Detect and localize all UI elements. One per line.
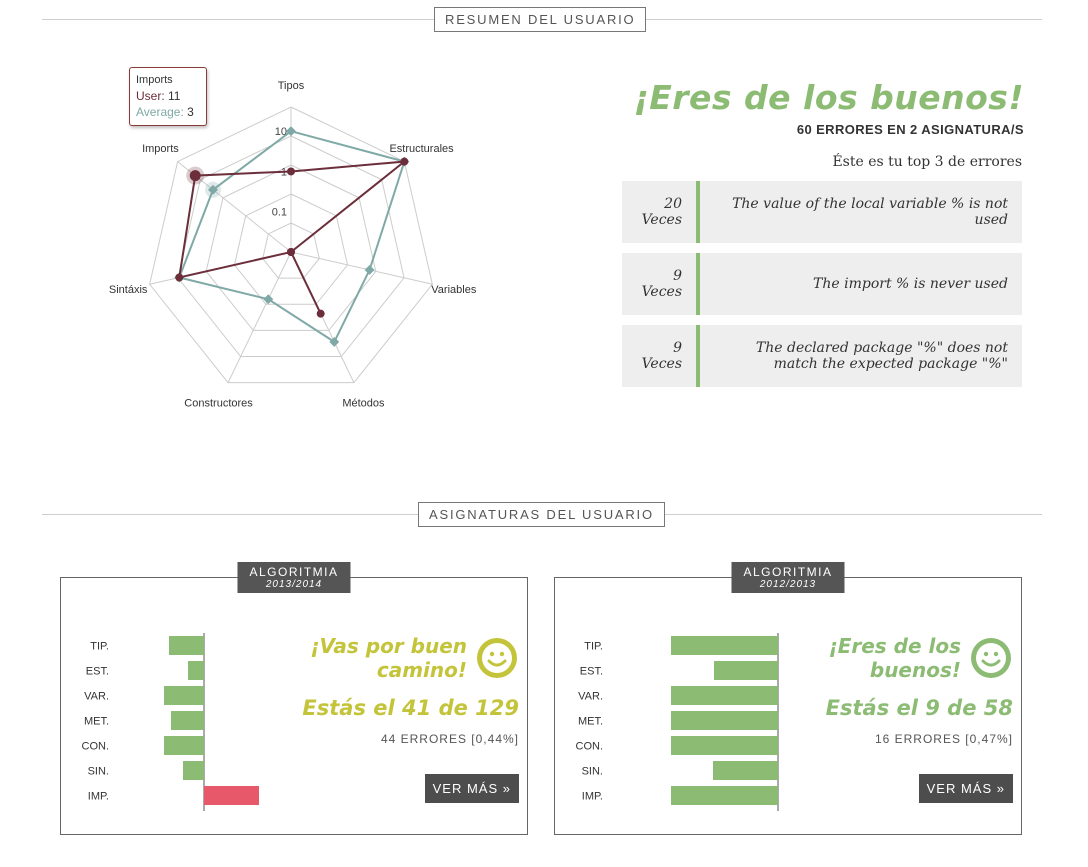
radar-tooltip: Imports User: 11 Average: 3 — [129, 67, 207, 126]
subject-name: ALGORITMIA — [249, 565, 339, 579]
radar-axis-label: Estructurales — [389, 143, 454, 155]
subject-year: 2013/2014 — [265, 579, 323, 590]
subject-message-text: ¡Vas por buen camino! — [310, 634, 467, 682]
bar — [169, 636, 204, 655]
bar — [714, 661, 778, 680]
errors-bar-chart: TIP. EST. VAR. MET. CON. SIN. IMP. — [576, 633, 779, 811]
bar — [671, 786, 778, 805]
error-count: 9 Veces — [622, 325, 700, 387]
subject-message: ¡Eres de los buenos! — [773, 634, 1013, 682]
error-count-unit: Veces — [641, 356, 682, 372]
subject-errors: 16 ERRORES [0,47%] — [874, 732, 1013, 746]
radar-point-user — [316, 309, 325, 318]
radar-tick-label: 0.1 — [272, 207, 287, 219]
subject-rank: Estás el 41 de 129 — [302, 696, 519, 720]
subject-message-text: ¡Eres de los buenos! — [828, 634, 961, 682]
bar — [183, 761, 204, 780]
error-count-number: 9 — [673, 340, 682, 356]
subject-tab: ALGORITMIA 2012/2013 — [731, 562, 845, 593]
see-more-button[interactable]: VER MÁS » — [918, 774, 1013, 803]
radar-point-user — [287, 248, 295, 256]
tooltip-category: Imports — [136, 74, 173, 86]
top3-label: Éste es tu top 3 de errores — [832, 154, 1022, 170]
error-count-unit: Veces — [641, 284, 682, 300]
radar-series-line — [177, 130, 406, 344]
subject-tab: ALGORITMIA 2013/2014 — [237, 562, 351, 593]
error-count: 20 Veces — [622, 181, 700, 243]
bar — [671, 686, 778, 705]
summary-section-title: RESUMEN DEL USUARIO — [434, 7, 647, 32]
error-count-number: 9 — [673, 268, 682, 284]
error-message: The import % is never used — [813, 276, 1008, 292]
radar-axis-label: Métodos — [342, 397, 385, 409]
errors-summary: 60 ERRORES EN 2 ASIGNATURA/S — [796, 122, 1024, 137]
radar-axis-label: Sintáxis — [109, 284, 148, 296]
radar-point-user — [400, 157, 409, 166]
bar — [164, 686, 204, 705]
bar — [171, 711, 204, 730]
bar — [188, 661, 204, 680]
subject-rank: Estás el 9 de 58 — [825, 696, 1013, 720]
subject-message: ¡Vas por buen camino! — [279, 634, 519, 682]
error-message: The value of the local variable % is not… — [732, 196, 1008, 228]
bar-category-label: SIN. — [582, 766, 603, 778]
error-row: 9 Veces The import % is never used — [622, 253, 1022, 315]
bar-category-label: IMP. — [582, 791, 603, 803]
subject-errors: 44 ERRORES [0,44%] — [380, 732, 519, 746]
bar — [164, 736, 204, 755]
radar-axis-label: Constructores — [184, 397, 253, 409]
radar-axis-line — [290, 251, 433, 285]
error-count-unit: Veces — [641, 212, 682, 228]
bar-category-label: EST. — [580, 666, 603, 678]
subject-name: ALGORITMIA — [743, 565, 833, 579]
bar-category-label: TIP. — [584, 641, 603, 653]
error-message: The declared package "%" does not match … — [755, 340, 1008, 372]
smiley-icon — [971, 638, 1011, 678]
bar — [671, 636, 778, 655]
bar-category-label: VAR. — [578, 691, 603, 703]
bar-category-label: VAR. — [84, 691, 109, 703]
radar-point-highlight — [204, 181, 221, 198]
radar-axis-label: Imports — [142, 143, 179, 155]
radar-point-average — [364, 264, 375, 275]
tooltip-user-value: 11 — [168, 89, 181, 103]
see-more-button[interactable]: VER MÁS » — [424, 774, 519, 803]
radar-axis-line — [227, 251, 292, 383]
headline: ¡Eres de los buenos! — [633, 78, 1024, 117]
bar-category-label: MET. — [578, 716, 603, 728]
bar — [671, 736, 778, 755]
tooltip-avg-label: Average: — [136, 105, 184, 119]
bar-category-label: CON. — [576, 741, 604, 753]
radar-point-user — [175, 273, 184, 282]
error-row: 9 Veces The declared package "%" does no… — [622, 325, 1022, 387]
bar-category-label: TIP. — [90, 641, 109, 653]
bar — [204, 786, 259, 805]
bar-category-label: EST. — [86, 666, 109, 678]
error-row: 20 Veces The value of the local variable… — [622, 181, 1022, 243]
subject-year: 2012/2013 — [759, 579, 817, 590]
error-count: 9 Veces — [622, 253, 700, 315]
subject-card: ALGORITMIA 2013/2014 TIP. EST. VAR. MET. CON… — [60, 562, 528, 835]
subject-card: ALGORITMIA 2012/2013 TIP. EST. VAR. MET. CON… — [554, 562, 1022, 835]
bar-category-label: CON. — [82, 741, 110, 753]
bar — [713, 761, 778, 780]
bar-category-label: SIN. — [88, 766, 109, 778]
errors-bar-chart: TIP. EST. VAR. MET. CON. SIN. IMP. — [82, 633, 259, 811]
tooltip-avg-value: 3 — [187, 105, 194, 119]
radar-axis-label: Tipos — [278, 80, 305, 92]
radar-axis-label: Variables — [431, 284, 477, 296]
subjects-section-title: ASIGNATURAS DEL USUARIO — [418, 502, 665, 527]
tooltip-user-label: User: — [136, 89, 165, 103]
bar — [671, 711, 778, 730]
radar-point-average — [329, 336, 340, 347]
bar-category-label: IMP. — [88, 791, 109, 803]
radar-point-user — [189, 170, 201, 182]
bar-category-label: MET. — [84, 716, 109, 728]
error-count-number: 20 — [664, 196, 682, 212]
radar-point-user — [287, 167, 295, 176]
smiley-icon — [477, 638, 517, 678]
